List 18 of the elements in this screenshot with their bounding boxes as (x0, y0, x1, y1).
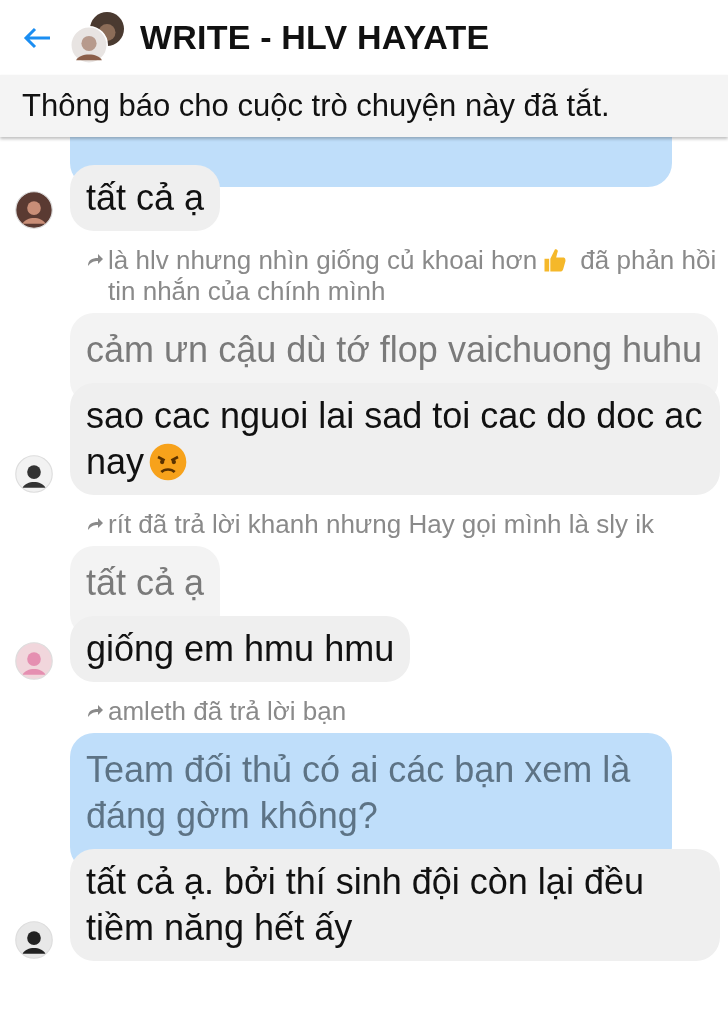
back-arrow-icon[interactable] (22, 25, 52, 50)
reply-note: rít đã trả lời khanh nhưng Hay gọi mình là sly ik (108, 509, 655, 540)
reply-arrow-icon (86, 251, 104, 267)
avatar-icon (15, 642, 53, 680)
notification-banner: Thông báo cho cuộc trò chuyện này đã tắt. (0, 75, 728, 137)
message-bubble: sao cac nguoi lai sad toi cac do doc ac nay (70, 383, 720, 495)
message-bubble: tất cả ạ (70, 165, 221, 231)
reply-note: amleth đã trả lời bạn (108, 696, 347, 727)
reply-note: là hlv nhưng nhìn giống củ khoai hơn đã phản hồi tin nhắn của chính mình (108, 245, 718, 307)
message-bubble: tất cả ạ. bởi thí sinh đội còn lại đều tiềm năng hết ấy (70, 849, 720, 961)
avatar-icon (70, 25, 108, 64)
angry-face-icon (148, 442, 189, 482)
chat-title: WRITE - HLV HAYATE (140, 18, 490, 57)
avatar-icon (15, 921, 53, 959)
avatar-icon (15, 455, 53, 493)
reply-arrow-icon (86, 515, 104, 531)
reply-arrow-icon (86, 702, 104, 718)
avatar-icon (15, 191, 53, 229)
